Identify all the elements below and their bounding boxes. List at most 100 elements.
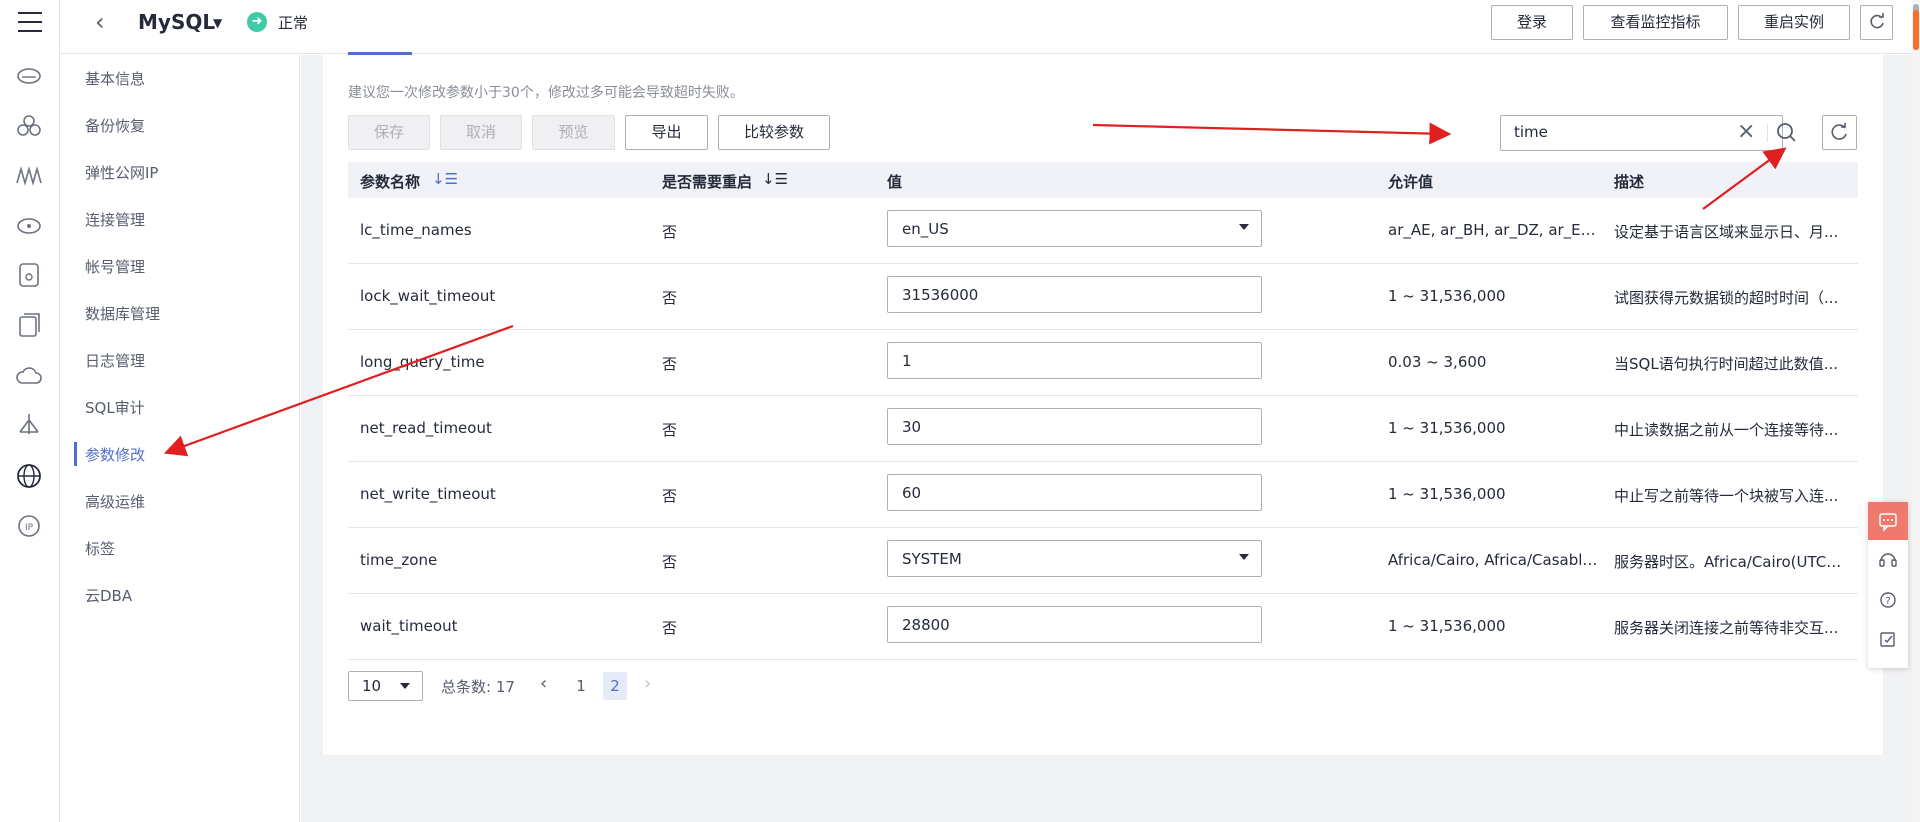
cloud-icon[interactable]	[15, 364, 43, 386]
param-value-select[interactable]: en_US	[887, 210, 1262, 247]
param-name: wait_timeout	[360, 617, 458, 635]
param-value-input[interactable]: 30	[887, 408, 1262, 445]
top-header: ‹ MySQL ▼ ➜ 正常 登录 查看监控指标 重启实例	[60, 0, 1920, 54]
headset-icon[interactable]	[1878, 550, 1898, 570]
dropdown-caret-icon	[1239, 554, 1249, 560]
sidebar-item-tags[interactable]: 标签	[85, 538, 115, 559]
view-metrics-button[interactable]: 查看监控指标	[1583, 5, 1728, 40]
param-name: lc_time_names	[360, 221, 472, 239]
edit-note-icon[interactable]	[1879, 630, 1897, 648]
param-value: 30	[902, 418, 922, 436]
page-number-current[interactable]: 2	[603, 672, 627, 700]
table-row: long_query_time 否 1 0.03 ~ 3,600 当SQL语句执…	[348, 330, 1858, 396]
param-name: lock_wait_timeout	[360, 287, 496, 305]
sidebar-item-connection[interactable]: 连接管理	[85, 209, 145, 230]
param-description: 设定基于语言区域来显示日、月...	[1614, 223, 1839, 241]
export-button[interactable]: 导出	[625, 115, 708, 150]
hamburger-menu-icon[interactable]	[18, 12, 42, 32]
clear-icon[interactable]: ×	[1737, 119, 1755, 144]
param-description: 当SQL语句执行时间超过此数值...	[1614, 355, 1838, 373]
page-scrollbar[interactable]	[1912, 0, 1920, 822]
database-icon[interactable]	[16, 214, 42, 236]
dropdown-caret-icon	[1239, 224, 1249, 230]
table-row: wait_timeout 否 28800 1 ~ 31,536,000 服务器关…	[348, 594, 1858, 660]
table-refresh-button[interactable]	[1822, 115, 1857, 150]
sidebar-item-logs[interactable]: 日志管理	[85, 350, 145, 371]
feedback-button[interactable]	[1868, 502, 1908, 540]
status-ok-icon: ➜	[247, 12, 267, 32]
param-value-select[interactable]: SYSTEM	[887, 540, 1262, 577]
sidebar-item-cloud-dba[interactable]: 云DBA	[85, 585, 132, 606]
total-count: 总条数: 17	[441, 678, 515, 696]
param-name: long_query_time	[360, 353, 485, 371]
column-header-value: 值	[887, 173, 903, 191]
column-header-name: 参数名称	[360, 173, 421, 191]
search-input[interactable]: time ×	[1500, 115, 1783, 151]
active-indicator	[74, 442, 77, 466]
sort-icon[interactable]: ↓☰	[432, 170, 458, 188]
param-name: time_zone	[360, 551, 438, 569]
sidebar-item-accounts[interactable]: 帐号管理	[85, 256, 145, 277]
instance-switch-caret-icon[interactable]: ▼	[213, 16, 222, 30]
compare-params-button[interactable]: 比较参数	[718, 115, 830, 150]
param-value: 31536000	[902, 286, 979, 304]
search-icon	[1777, 123, 1796, 142]
param-value: 60	[902, 484, 922, 502]
floating-toolbar: ?	[1868, 502, 1908, 668]
param-value-input[interactable]: 31536000	[887, 276, 1262, 313]
param-value-input[interactable]: 28800	[887, 606, 1262, 643]
backup-icon[interactable]	[18, 312, 42, 338]
refresh-icon	[1869, 13, 1884, 29]
param-description: 服务器时区。Africa/Cairo(UTC+...	[1614, 553, 1849, 571]
column-header-restart: 是否需要重启	[662, 173, 753, 191]
page-number[interactable]: 1	[569, 672, 593, 700]
search-button[interactable]	[1769, 115, 1803, 151]
param-description: 中止读数据之前从一个连接等待...	[1614, 421, 1839, 439]
param-restart: 否	[662, 223, 678, 241]
param-allowed: 1 ~ 31,536,000	[1388, 287, 1506, 305]
globe-icon[interactable]	[15, 462, 43, 490]
sidebar-item-advanced-ops[interactable]: 高级运维	[85, 491, 145, 512]
nav-sidebar: 基本信息 备份恢复 弹性公网IP 连接管理 帐号管理 数据库管理 日志管理 SQ…	[60, 55, 300, 822]
sidebar-item-databases[interactable]: 数据库管理	[85, 303, 160, 324]
param-value-input[interactable]: 1	[887, 342, 1262, 379]
param-restart: 否	[662, 619, 678, 637]
page-size-value: 10	[362, 677, 382, 695]
param-restart: 否	[662, 421, 678, 439]
param-restart: 否	[662, 289, 678, 307]
param-value: en_US	[902, 220, 949, 238]
next-page-icon[interactable]: ›	[644, 673, 651, 694]
param-restart: 否	[662, 553, 678, 571]
param-value-input[interactable]: 60	[887, 474, 1262, 511]
help-icon[interactable]: ?	[1879, 591, 1897, 609]
instance-status: 正常	[278, 14, 309, 32]
back-chevron-icon[interactable]: ‹	[95, 8, 105, 36]
cluster-icon[interactable]	[16, 113, 42, 139]
header-refresh-button[interactable]	[1860, 5, 1893, 40]
cloud-service-icon[interactable]	[16, 64, 42, 86]
sidebar-item-basic-info[interactable]: 基本信息	[85, 68, 145, 89]
monitor-icon[interactable]	[15, 163, 43, 187]
param-restart: 否	[662, 355, 678, 373]
param-description: 中止写之前等待一个块被写入连...	[1614, 487, 1839, 505]
cancel-button[interactable]: 取消	[440, 115, 522, 150]
save-button[interactable]: 保存	[348, 115, 430, 150]
restart-instance-button[interactable]: 重启实例	[1738, 5, 1850, 40]
svg-text:?: ?	[1885, 596, 1890, 607]
column-header-description: 描述	[1614, 173, 1645, 191]
sidebar-item-eip[interactable]: 弹性公网IP	[85, 162, 158, 183]
sidebar-item-backup[interactable]: 备份恢复	[85, 115, 145, 136]
network-icon[interactable]	[16, 412, 42, 438]
sidebar-item-sql-audit[interactable]: SQL审计	[85, 397, 145, 418]
preview-button[interactable]: 预览	[532, 115, 615, 150]
ip-icon[interactable]: IP	[16, 513, 42, 539]
prev-page-icon[interactable]: ‹	[540, 673, 547, 694]
login-button[interactable]: 登录	[1491, 5, 1573, 40]
sidebar-item-parameters[interactable]: 参数修改	[85, 444, 145, 465]
page-size-select[interactable]: 10	[348, 671, 423, 701]
sort-icon[interactable]: ↓☰	[762, 170, 788, 188]
svg-text:IP: IP	[25, 523, 34, 533]
search-value: time	[1514, 123, 1548, 141]
storage-icon[interactable]	[18, 262, 40, 288]
param-value: 1	[902, 352, 912, 370]
